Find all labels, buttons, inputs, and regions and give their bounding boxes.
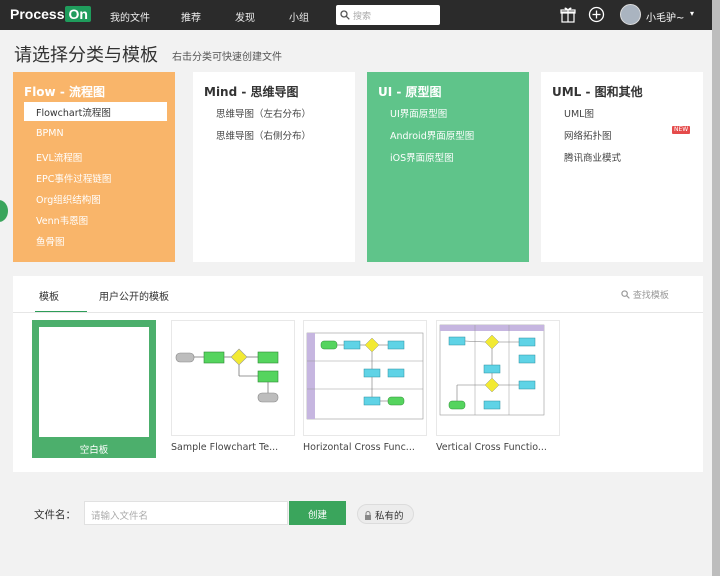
avatar[interactable] [620,4,641,25]
category-title: UI - 原型图 [378,85,442,99]
category-item-epc[interactable]: EPC事件过程链图 [36,171,111,185]
side-float-button[interactable] [0,200,8,222]
window-edge [712,0,720,576]
nav-my-files[interactable]: 我的文件 [110,9,150,24]
template-caption: Horizontal Cross Func... [303,442,415,453]
template-search-label: 查找模板 [632,291,669,301]
private-toggle[interactable]: 私有的 [357,504,414,524]
category-item-mind-right[interactable]: 思维导图（右侧分布） [216,128,311,142]
category-item-business-model[interactable]: 腾讯商业模式 [564,150,621,164]
template-card-horizontal-cross[interactable]: Horizontal Cross Func... [303,320,427,458]
nav-groups[interactable]: 小组 [289,9,309,24]
category-title: UML - 图和其他 [552,85,643,99]
category-uml[interactable]: UML - 图和其他 [541,72,703,262]
category-item-uml[interactable]: UML图 [564,106,594,120]
template-panel: 模板 用户公开的模板 查找模板 空白板 Sample Flowchart Te.… [13,276,703,472]
vertical-cross-thumbnail [436,320,560,436]
filename-input[interactable]: 请输入文件名 [84,501,288,525]
tab-templates[interactable]: 模板 [39,288,59,303]
lock-icon [365,511,371,520]
blank-thumbnail [39,327,149,437]
logo-badge: On [65,6,91,22]
top-navbar: Process On 我的文件 推荐 发现 小组 搜索 小毛驴~ ▾ [0,0,712,30]
category-item-org[interactable]: Org组织结构图 [36,192,101,206]
nav-discover[interactable]: 发现 [235,9,255,24]
category-item-android[interactable]: Android界面原型图 [390,128,474,142]
app-window: Process On 我的文件 推荐 发现 小组 搜索 小毛驴~ ▾ 请选择分类… [0,0,712,576]
category-title: Flow - 流程图 [24,85,105,99]
nav-recommend[interactable]: 推荐 [181,9,201,24]
category-item-venn[interactable]: Venn韦恩图 [36,213,88,227]
tab-public-templates[interactable]: 用户公开的模板 [99,288,169,303]
search-icon [340,10,350,20]
processon-logo[interactable]: Process On [10,6,91,22]
template-search[interactable]: 查找模板 [621,288,669,301]
category-mind[interactable]: Mind - 思维导图 [193,72,355,262]
create-file-bar: 文件名： 请输入文件名 创建 私有的 [0,490,712,540]
category-item-fishbone[interactable]: 鱼骨图 [36,234,65,248]
create-button[interactable]: 创建 [289,501,346,525]
category-item-mind-lr[interactable]: 思维导图（左右分布） [216,106,311,120]
user-name[interactable]: 小毛驴~ [646,9,684,24]
horizontal-cross-thumbnail [303,320,427,436]
logo-text: Process [10,6,65,22]
category-item-bpmn[interactable]: BPMN [36,128,64,139]
template-caption: Vertical Cross Functio... [436,442,547,453]
category-item-ios[interactable]: iOS界面原型图 [390,150,454,164]
category-title: Mind - 思维导图 [204,85,299,99]
category-item-ui[interactable]: UI界面原型图 [390,106,447,120]
category-item-network[interactable]: 网络拓扑图 [564,128,612,142]
template-card-blank[interactable]: 空白板 [32,320,156,458]
private-label: 私有的 [375,511,404,522]
gift-icon[interactable] [560,6,576,27]
category-ui[interactable]: UI - 原型图 [367,72,529,262]
chevron-down-icon[interactable]: ▾ [690,9,694,18]
search-placeholder: 搜索 [353,11,372,22]
page-title: 请选择分类与模板 [14,45,158,66]
template-caption: Sample Flowchart Te... [171,442,279,453]
plus-circle-icon[interactable] [588,6,605,27]
category-item-evl[interactable]: EVL流程图 [36,150,82,164]
new-badge: NEW [672,126,691,134]
page-subtitle: 右击分类可快速创建文件 [172,52,282,63]
template-card-flowchart[interactable]: Sample Flowchart Te... [171,320,295,458]
template-caption: 空白板 [79,445,109,456]
category-item-flowchart[interactable]: Flowchart流程图 [24,102,167,121]
search-input[interactable]: 搜索 [336,5,440,25]
search-icon [621,290,630,299]
filename-label: 文件名： [34,509,76,521]
tab-divider [13,312,703,313]
template-card-vertical-cross[interactable]: Vertical Cross Functio... [436,320,560,458]
flowchart-thumbnail [171,320,295,436]
